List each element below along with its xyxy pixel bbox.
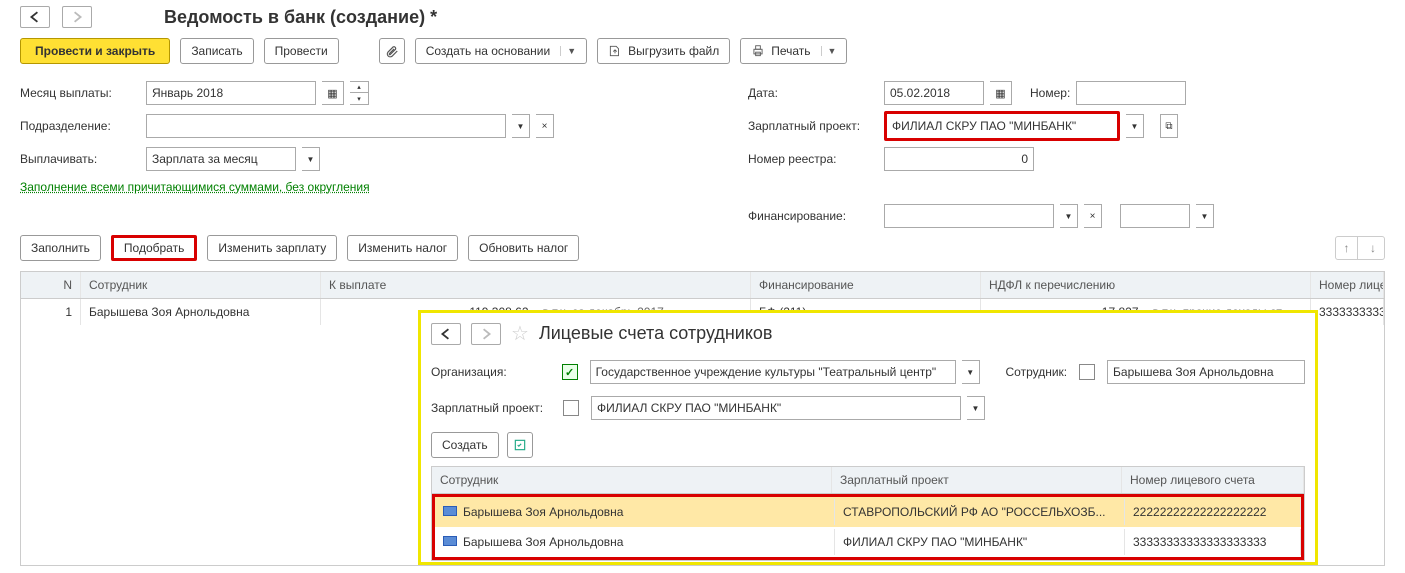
date-calendar-icon[interactable]: ▦: [990, 81, 1012, 105]
prow-proj: ФИЛИАЛ СКРУ ПАО "МИНБАНК": [835, 529, 1125, 555]
paytype-label: Выплачивать:: [20, 152, 140, 166]
popup-emp-field[interactable]: Барышева Зоя Арнольдовна: [1107, 360, 1305, 384]
create-based-button[interactable]: Создать на основании▼: [415, 38, 587, 64]
proj-label: Зарплатный проект:: [748, 119, 878, 133]
popup-nav-forward[interactable]: [471, 323, 501, 345]
month-spinner[interactable]: ▴▾: [350, 81, 369, 105]
fin-field[interactable]: [884, 204, 1054, 228]
popup-title: Лицевые счета сотрудников: [539, 323, 773, 344]
move-down-icon[interactable]: ↓: [1362, 237, 1384, 259]
dept-dropdown[interactable]: ▼: [512, 114, 530, 138]
row-icon: [443, 536, 457, 546]
attach-button[interactable]: [379, 38, 405, 64]
page-title: Ведомость в банк (создание) *: [164, 7, 437, 28]
date-label: Дата:: [748, 86, 878, 100]
popup-refresh-icon[interactable]: [507, 432, 533, 458]
cell-emp: Барышева Зоя Арнольдовна: [81, 299, 321, 325]
dept-field[interactable]: [146, 114, 506, 138]
accounts-grid[interactable]: Сотрудник Зарплатный проект Номер лицево…: [431, 466, 1305, 561]
popup-create-button[interactable]: Создать: [431, 432, 499, 458]
cell-n: 1: [21, 299, 81, 325]
popup-org-dropdown[interactable]: ▼: [962, 360, 980, 384]
change-tax-button[interactable]: Изменить налог: [347, 235, 458, 261]
emp-checkbox[interactable]: [1079, 364, 1095, 380]
row-move-buttons[interactable]: ↑↓: [1335, 236, 1385, 260]
prow-emp: Барышева Зоя Арнольдовна: [463, 535, 623, 549]
org-checkbox[interactable]: ✓: [562, 364, 578, 380]
popup-nav-back[interactable]: [431, 323, 461, 345]
fin-field2[interactable]: [1120, 204, 1190, 228]
fin-dropdown2[interactable]: ▼: [1196, 204, 1214, 228]
fin-label: Финансирование:: [748, 209, 878, 223]
month-label: Месяц выплаты:: [20, 86, 140, 100]
col-n: N: [21, 272, 81, 298]
proj-field[interactable]: ФИЛИАЛ СКРУ ПАО "МИНБАНК": [887, 114, 1117, 138]
dept-clear[interactable]: ×: [536, 114, 554, 138]
number-field[interactable]: [1076, 81, 1186, 105]
paytype-dropdown[interactable]: ▼: [302, 147, 320, 171]
pcol-proj: Зарплатный проект: [832, 467, 1122, 493]
popup-proj-dropdown[interactable]: ▼: [967, 396, 985, 420]
accounts-row[interactable]: Барышева Зоя Арнольдовна СТАВРОПОЛЬСКИЙ …: [435, 497, 1301, 527]
popup-emp-label: Сотрудник:: [1006, 365, 1068, 379]
proj-dropdown[interactable]: ▼: [1126, 114, 1144, 138]
upload-label: Выгрузить файл: [628, 44, 719, 58]
grid-header: N Сотрудник К выплате Финансирование НДФ…: [21, 272, 1384, 299]
col-pay: К выплате: [321, 272, 751, 298]
accounts-popup: ☆ Лицевые счета сотрудников Организация:…: [418, 310, 1318, 565]
dept-label: Подразделение:: [20, 119, 140, 133]
reg-field[interactable]: 0: [884, 147, 1034, 171]
upload-file-button[interactable]: Выгрузить файл: [597, 38, 730, 64]
pcol-acc: Номер лицевого счета: [1122, 467, 1304, 493]
number-label: Номер:: [1030, 86, 1070, 100]
row-icon: [443, 506, 457, 516]
accounts-row[interactable]: Барышева Зоя Арнольдовна ФИЛИАЛ СКРУ ПАО…: [435, 527, 1301, 557]
print-button[interactable]: Печать▼: [740, 38, 847, 64]
pcol-emp: Сотрудник: [432, 467, 832, 493]
pick-button[interactable]: Подобрать: [111, 235, 197, 261]
col-acc: Номер лице: [1311, 272, 1384, 298]
col-ndfl: НДФЛ к перечислению: [981, 272, 1311, 298]
col-fin: Финансирование: [751, 272, 981, 298]
popup-org-label: Организация:: [431, 365, 550, 379]
print-label: Печать: [771, 44, 810, 58]
reg-label: Номер реестра:: [748, 152, 878, 166]
post-button[interactable]: Провести: [264, 38, 339, 64]
month-field[interactable]: Январь 2018: [146, 81, 316, 105]
save-button[interactable]: Записать: [180, 38, 253, 64]
month-calendar-icon[interactable]: ▦: [322, 81, 344, 105]
favorite-star-icon[interactable]: ☆: [511, 321, 529, 346]
nav-forward[interactable]: [62, 6, 92, 28]
fill-button[interactable]: Заполнить: [20, 235, 101, 261]
popup-org-field[interactable]: Государственное учреждение культуры "Теа…: [590, 360, 956, 384]
proj-open-icon[interactable]: ⧉: [1160, 114, 1178, 138]
fill-settings-link[interactable]: Заполнение всеми причитающимися суммами,…: [0, 174, 390, 204]
prow-acc: 33333333333333333333: [1125, 529, 1301, 555]
col-emp: Сотрудник: [81, 272, 321, 298]
popup-proj-label: Зарплатный проект:: [431, 401, 551, 415]
nav-back[interactable]: [20, 6, 50, 28]
prow-emp: Барышева Зоя Арнольдовна: [463, 505, 623, 519]
popup-proj-field[interactable]: ФИЛИАЛ СКРУ ПАО "МИНБАНК": [591, 396, 961, 420]
date-field[interactable]: 05.02.2018: [884, 81, 984, 105]
prow-acc: 22222222222222222222: [1125, 499, 1301, 525]
proj-checkbox[interactable]: [563, 400, 579, 416]
accounts-grid-header: Сотрудник Зарплатный проект Номер лицево…: [432, 467, 1304, 494]
cell-acc: 33333333333: [1311, 299, 1384, 325]
paytype-field[interactable]: Зарплата за месяц: [146, 147, 296, 171]
post-close-button[interactable]: Провести и закрыть: [20, 38, 170, 64]
fin-clear[interactable]: ×: [1084, 204, 1102, 228]
move-up-icon[interactable]: ↑: [1336, 237, 1358, 259]
prow-proj: СТАВРОПОЛЬСКИЙ РФ АО "РОССЕЛЬХОЗБ...: [835, 499, 1125, 525]
create-based-label: Создать на основании: [426, 44, 551, 58]
change-salary-button[interactable]: Изменить зарплату: [207, 235, 337, 261]
fin-dropdown[interactable]: ▼: [1060, 204, 1078, 228]
refresh-tax-button[interactable]: Обновить налог: [468, 235, 579, 261]
